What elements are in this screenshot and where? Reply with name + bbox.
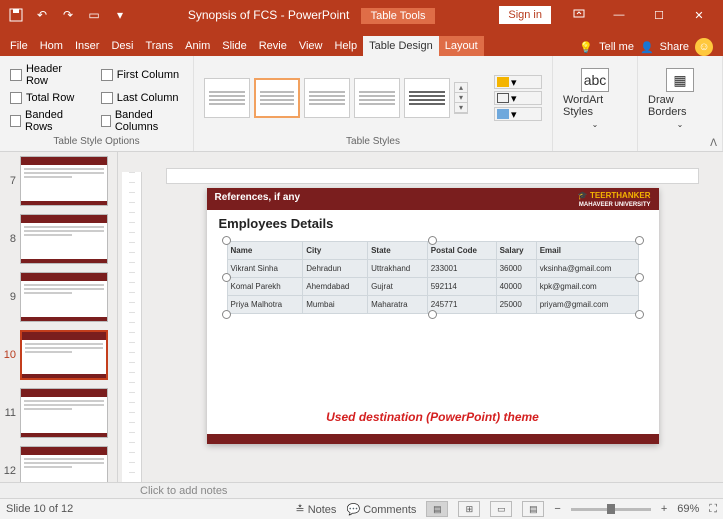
slide-counter: Slide 10 of 12 [6, 503, 73, 515]
table-style-thumb[interactable] [404, 78, 450, 118]
titlebar: ↶ ↷ ▭ ▾ Synopsis of FCS - PowerPoint Tab… [0, 0, 723, 30]
tellme-icon: 💡 [579, 41, 593, 54]
reading-view-button[interactable]: ▭ [490, 501, 512, 517]
tab-transitions[interactable]: Trans [139, 36, 179, 56]
signin-button[interactable]: Sign in [499, 6, 551, 24]
slide-thumbnail[interactable]: 8 [2, 214, 115, 264]
table-style-options-group: Header Row First Column Total Row Last C… [0, 56, 194, 151]
tab-layout[interactable]: Layout [439, 36, 484, 56]
table-style-thumb[interactable] [254, 78, 300, 118]
table-styles-group: ▴▾▾ ▾ ▾ ▾ Table Styles [194, 56, 553, 151]
slide-thumbnail[interactable]: 12 [2, 446, 115, 482]
borders-button[interactable]: ▾ [494, 91, 542, 105]
header-row-checkbox[interactable]: Header Row [10, 62, 87, 87]
tellme[interactable]: Tell me [599, 41, 634, 53]
tab-table-design[interactable]: Table Design [363, 36, 439, 56]
slide-title[interactable]: Employees Details [207, 210, 659, 237]
redo-button[interactable]: ↷ [56, 3, 80, 27]
ribbon: Header Row First Column Total Row Last C… [0, 56, 723, 152]
workspace: 7 8 9 10 11 12 References, if any 🎓 TEERTHANK… [0, 152, 723, 482]
qat-more-button[interactable]: ▾ [108, 3, 132, 27]
slide-thumbnail[interactable]: 11 [2, 388, 115, 438]
tab-home[interactable]: Hom [34, 36, 69, 56]
resize-handle[interactable] [635, 236, 644, 245]
resize-handle[interactable] [222, 310, 231, 319]
close-button[interactable]: ✕ [679, 0, 719, 30]
zoom-out-button[interactable]: − [554, 503, 560, 515]
zoom-percent[interactable]: 69% [677, 503, 699, 515]
draw-borders-button[interactable]: ▦Draw Borders⌄ [648, 62, 712, 129]
tab-insert[interactable]: Inser [69, 36, 105, 56]
group-label: Table Style Options [10, 134, 183, 149]
notes-pane[interactable]: Click to add notes [0, 482, 723, 498]
maximize-button[interactable]: ☐ [639, 0, 679, 30]
resize-handle[interactable] [428, 236, 437, 245]
slide-thumbnail[interactable]: 7 [2, 156, 115, 206]
tab-view[interactable]: View [293, 36, 329, 56]
undo-button[interactable]: ↶ [30, 3, 54, 27]
slide-thumbnails[interactable]: 7 8 9 10 11 12 [0, 152, 118, 482]
resize-handle[interactable] [222, 236, 231, 245]
tab-animations[interactable]: Anim [179, 36, 216, 56]
wordart-styles-button[interactable]: abcWordArt Styles⌄ [563, 62, 627, 129]
notes-toggle[interactable]: ≛ Notes [295, 503, 336, 516]
statusbar: Slide 10 of 12 ≛ Notes 💬 Comments ▤ ⊞ ▭ … [0, 498, 723, 519]
table-selection[interactable]: NameCityStatePostal CodeSalaryEmailVikra… [227, 241, 639, 314]
horizontal-ruler [166, 168, 699, 184]
zoom-in-button[interactable]: + [661, 503, 667, 515]
normal-view-button[interactable]: ▤ [426, 501, 448, 517]
start-from-beginning-button[interactable]: ▭ [82, 3, 106, 27]
group-label: Table Styles [204, 134, 542, 149]
tab-design[interactable]: Desi [105, 36, 139, 56]
tab-review[interactable]: Revie [253, 36, 293, 56]
effects-button[interactable]: ▾ [494, 107, 542, 121]
tab-file[interactable]: File [4, 36, 34, 56]
resize-handle[interactable] [635, 273, 644, 282]
collapse-ribbon-button[interactable]: ᐱ [710, 138, 717, 149]
fit-to-window-button[interactable]: ⛶ [709, 503, 717, 516]
wordart-styles-group: abcWordArt Styles⌄ [553, 56, 638, 151]
table-styles-more[interactable]: ▴▾▾ [454, 82, 468, 114]
table-style-thumb[interactable] [204, 78, 250, 118]
banded-columns-checkbox[interactable]: Banded Columns [101, 109, 183, 134]
shading-button[interactable]: ▾ [494, 75, 542, 89]
university-logo: 🎓 TEERTHANKERMAHAVEER UNIVERSITY [578, 192, 651, 206]
first-column-checkbox[interactable]: First Column [101, 62, 183, 87]
document-title: Synopsis of FCS - PowerPoint Table Tools [132, 8, 491, 22]
minimize-button[interactable]: ― [599, 0, 639, 30]
resize-handle[interactable] [222, 273, 231, 282]
slide-header-label: References, if any [215, 192, 301, 206]
context-tab-label: Table Tools [361, 8, 436, 24]
employees-table[interactable]: NameCityStatePostal CodeSalaryEmailVikra… [227, 241, 639, 314]
zoom-slider[interactable] [571, 508, 651, 511]
last-column-checkbox[interactable]: Last Column [101, 91, 183, 104]
comments-toggle[interactable]: 💬 Comments [346, 503, 416, 516]
slide-canvas[interactable]: References, if any 🎓 TEERTHANKERMAHAVEER… [207, 188, 659, 444]
tab-help[interactable]: Help [328, 36, 363, 56]
ribbon-options-button[interactable] [559, 0, 599, 30]
tab-slideshow[interactable]: Slide [216, 36, 252, 56]
slide-thumbnail[interactable]: 10 [2, 330, 115, 380]
slide-footer-bar [207, 434, 659, 444]
draw-borders-group: ▦Draw Borders⌄ [638, 56, 723, 151]
total-row-checkbox[interactable]: Total Row [10, 91, 87, 104]
share-button[interactable]: Share [660, 41, 689, 53]
slide-thumbnail[interactable]: 9 [2, 272, 115, 322]
save-button[interactable] [4, 3, 28, 27]
resize-handle[interactable] [635, 310, 644, 319]
ribbon-tabs: File Hom Inser Desi Trans Anim Slide Rev… [0, 30, 723, 56]
share-icon: 👤 [640, 41, 654, 54]
slide-caption: Used destination (PowerPoint) theme [207, 410, 659, 424]
resize-handle[interactable] [428, 310, 437, 319]
table-style-thumb[interactable] [354, 78, 400, 118]
feedback-icon[interactable]: ☺ [695, 38, 713, 56]
slideshow-view-button[interactable]: ▤ [522, 501, 544, 517]
table-style-thumb[interactable] [304, 78, 350, 118]
banded-rows-checkbox[interactable]: Banded Rows [10, 109, 87, 134]
vertical-ruler [122, 172, 142, 482]
slide-editor: References, if any 🎓 TEERTHANKERMAHAVEER… [118, 152, 723, 482]
sorter-view-button[interactable]: ⊞ [458, 501, 480, 517]
